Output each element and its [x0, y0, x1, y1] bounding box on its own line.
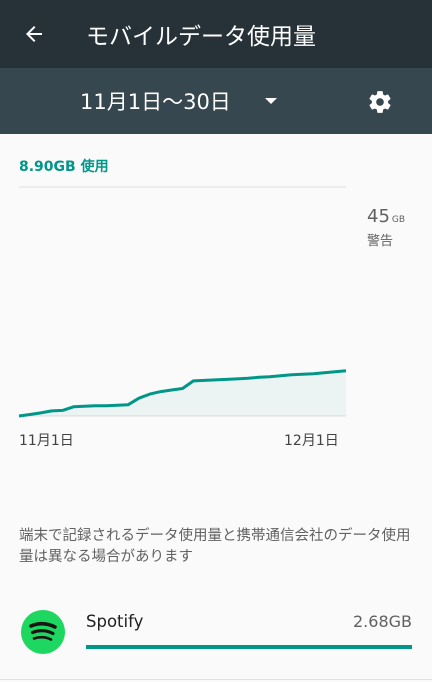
- x-axis-end-label: 12月1日: [284, 433, 339, 449]
- disclaimer-text: 端末で記録されるデータ使用量と携帯通信会社のデータ使用量は異なる場合があります: [19, 528, 411, 565]
- app-usage-row[interactable]: Spotify 2.68GB: [0, 596, 432, 666]
- back-button[interactable]: [12, 12, 56, 56]
- billing-cycle-dropdown[interactable]: 11月1日〜30日: [80, 80, 277, 122]
- cycle-bar: 11月1日〜30日: [0, 68, 432, 134]
- warning-label: 警告: [367, 234, 394, 249]
- spotify-icon: [21, 610, 65, 654]
- gear-icon: [369, 91, 391, 113]
- content-area: 8.90GB 使用 45 GB 警告 11月1日 12月1日 端末で記録されるデー…: [0, 134, 432, 682]
- arrow-back-icon: [26, 26, 42, 42]
- dropdown-triangle-icon: [264, 98, 277, 104]
- x-axis-start-label: 11月1日: [19, 433, 74, 449]
- app-name: Spotify: [86, 612, 144, 631]
- billing-cycle-label: 11月1日〜30日: [80, 90, 231, 114]
- warning-unit: GB: [391, 215, 406, 225]
- divider: [0, 679, 432, 680]
- total-usage: 8.90GB 使用: [19, 159, 109, 175]
- app-usage-bar-fill: [86, 645, 412, 649]
- app-usage-bar: [86, 645, 412, 649]
- warning-number: 45: [367, 206, 390, 227]
- settings-button[interactable]: [358, 80, 402, 124]
- warning-value[interactable]: 45 GB: [367, 206, 405, 227]
- app-bar: モバイルデータ使用量: [0, 0, 432, 68]
- page-title: モバイルデータ使用量: [86, 24, 316, 50]
- app-usage: 2.68GB: [353, 612, 412, 631]
